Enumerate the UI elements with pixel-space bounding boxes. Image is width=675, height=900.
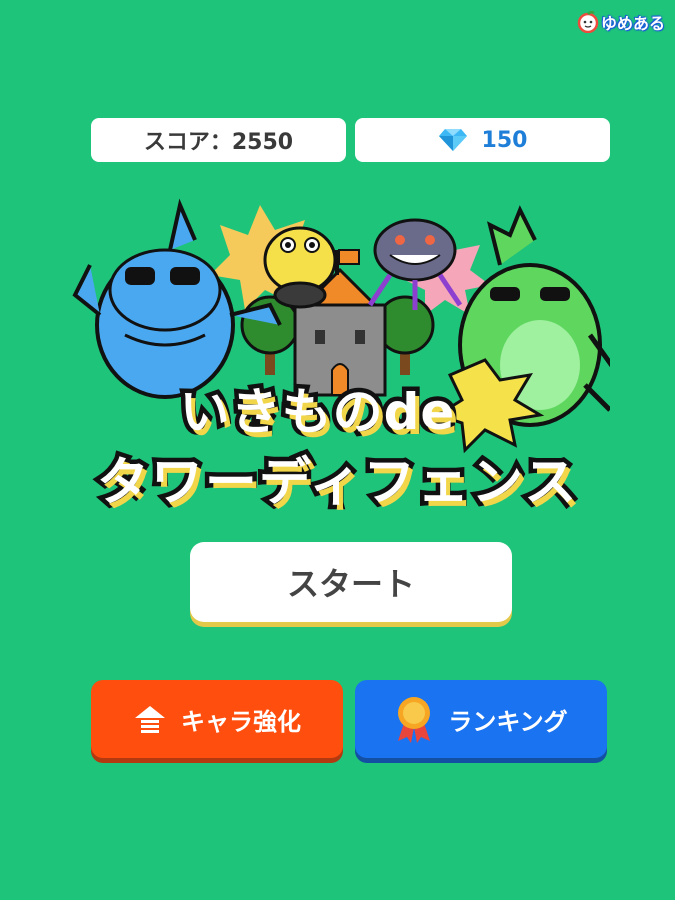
publisher-logo: ゆめある bbox=[577, 8, 665, 36]
yellow-bug-icon bbox=[263, 226, 337, 309]
upgrade-label: キャラ強化 bbox=[181, 707, 301, 736]
fruit-logo-icon bbox=[577, 11, 599, 33]
gem-count: 150 bbox=[481, 127, 528, 153]
ranking-label: ランキング bbox=[448, 707, 568, 736]
start-label: スタート bbox=[286, 565, 415, 603]
diamond-icon bbox=[438, 129, 467, 151]
publisher-name: ゆめある bbox=[600, 14, 665, 33]
ranking-button[interactable]: ランキング bbox=[355, 680, 607, 758]
game-title-line-2: タワーディフェンス bbox=[92, 449, 580, 518]
score-display: スコア：2550 bbox=[91, 118, 346, 162]
start-button[interactable]: スタート bbox=[190, 542, 512, 622]
game-title-line-1: いきものde bbox=[175, 379, 459, 446]
medal-icon bbox=[398, 697, 431, 743]
upgrade-arrow-icon bbox=[135, 706, 165, 733]
score-text: スコア：2550 bbox=[143, 130, 294, 155]
gem-counter: 150 bbox=[355, 118, 610, 162]
upgrade-character-button[interactable]: キャラ強化 bbox=[91, 680, 343, 758]
